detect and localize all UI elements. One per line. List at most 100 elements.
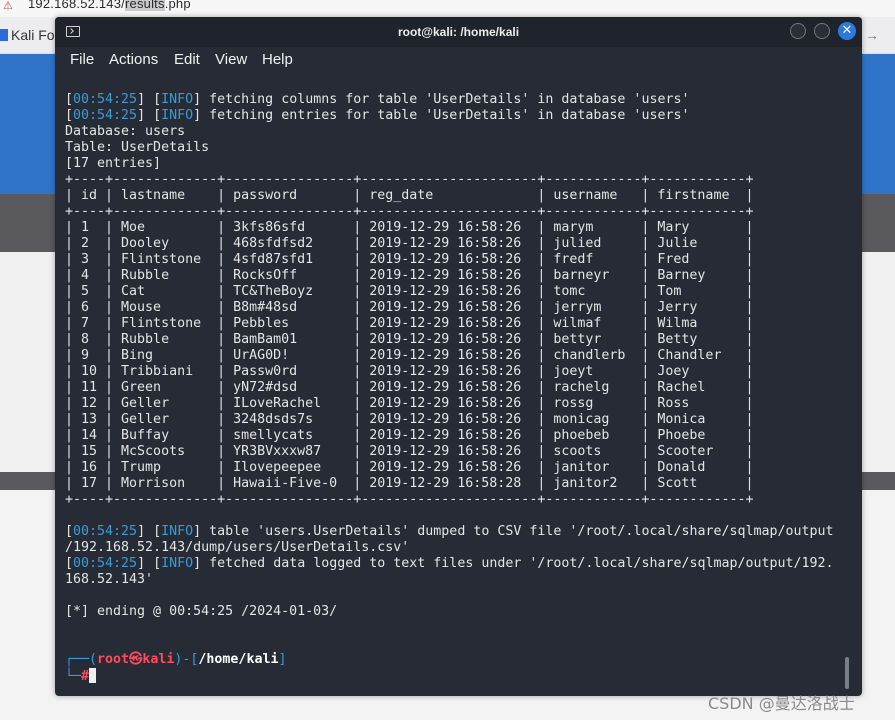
entries-line: [17 entries] xyxy=(65,156,161,172)
log-message: table 'users.UserDetails' dumped to CSV … xyxy=(201,524,834,539)
table-row: | 10 | Tribbiani | Passw0rd | 2019-12-29… xyxy=(65,364,753,380)
row-text: | 7 | Flintstone | Pebbles | 2019-12-29 … xyxy=(65,316,754,331)
database-line: Database: users xyxy=(65,124,185,140)
maximize-button[interactable] xyxy=(814,23,830,39)
row-text: | 15 | McScoots | YR3BVxxxw87 | 2019-12-… xyxy=(65,444,754,459)
row-text: | 13 | Geller | 3248dsds7s | 2019-12-29 … xyxy=(65,412,754,427)
bracket: ] xyxy=(193,524,202,539)
bracket: ] xyxy=(193,108,202,123)
row-text: | 6 | Mouse | B8m#48sd | 2019-12-29 16:5… xyxy=(65,300,754,315)
kali-icon xyxy=(0,29,8,41)
table-border: +----+-------------+----------------+---… xyxy=(65,492,753,508)
table-row: | 13 | Geller | 3248dsds7s | 2019-12-29 … xyxy=(65,412,753,428)
row-text: | 12 | Geller | ILoveRachel | 2019-12-29… xyxy=(65,396,754,411)
table-row: | 7 | Flintstone | Pebbles | 2019-12-29 … xyxy=(65,316,753,332)
table-row: | 12 | Geller | ILoveRachel | 2019-12-29… xyxy=(65,396,753,412)
log-line: [00:54:25] [INFO] fetched data logged to… xyxy=(65,556,834,572)
log-message: fetching entries for table 'UserDetails'… xyxy=(201,108,690,123)
log-time: 00:54:25 xyxy=(73,524,138,539)
bracket: [ xyxy=(65,524,74,539)
log-time: 00:54:25 xyxy=(73,108,138,123)
table-row: | 11 | Green | yN72#dsd | 2019-12-29 16:… xyxy=(65,380,753,396)
border-text: +----+-------------+----------------+---… xyxy=(65,172,754,187)
bracket: ] [ xyxy=(137,524,162,539)
table-row: | 9 | Bing | UrAG0D! | 2019-12-29 16:58:… xyxy=(65,348,753,364)
bracket: ] [ xyxy=(137,108,162,123)
prompt-line-1: ┌──(root㉿kali)-[/home/kali] xyxy=(65,652,286,668)
menu-help[interactable]: Help xyxy=(262,51,293,68)
table-line: Table: UserDetails xyxy=(65,140,209,156)
csdn-watermark: CSDN @曼达洛战士 xyxy=(708,694,855,713)
url-text: 192.168.52.143/results.php xyxy=(28,0,191,11)
row-text: | 1 | Moe | 3kfs86sfd | 2019-12-29 16:58… xyxy=(65,220,754,235)
log-level: INFO xyxy=(161,556,194,571)
table-row: | 15 | McScoots | YR3BVxxxw87 | 2019-12-… xyxy=(65,444,753,460)
border-text: +----+-------------+----------------+---… xyxy=(65,204,754,219)
prompt-path: /home/kali xyxy=(198,652,279,667)
log-message: fetched data logged to text files under … xyxy=(201,556,834,571)
terminal-window[interactable]: root@kali: /home/kali ✕ File Actions Edi… xyxy=(55,17,862,696)
row-text: | 9 | Bing | UrAG0D! | 2019-12-29 16:58:… xyxy=(65,348,754,363)
bracket: ] xyxy=(193,556,202,571)
bracket: ] xyxy=(193,92,202,107)
bookmark-kali[interactable]: Kali Fo xyxy=(0,27,55,43)
prompt-user: root㉿kali xyxy=(97,652,175,667)
log-level: INFO xyxy=(161,108,194,123)
row-text: | 16 | Trump | Ilovepeepee | 2019-12-29 … xyxy=(65,460,754,475)
log-line: [00:54:25] [INFO] fetching columns for t… xyxy=(65,92,689,108)
table-border: +----+-------------+----------------+---… xyxy=(65,172,753,188)
bookmarks-overflow-icon[interactable]: → xyxy=(865,27,879,43)
table-row: | 8 | Rubble | BamBam01 | 2019-12-29 16:… xyxy=(65,332,753,348)
log-line: [00:54:25] [INFO] fetching entries for t… xyxy=(65,108,689,124)
prompt-frame: )-[ xyxy=(174,652,199,667)
menu-edit[interactable]: Edit xyxy=(174,51,200,68)
table-row: | 1 | Moe | 3kfs86sfd | 2019-12-29 16:58… xyxy=(65,220,753,236)
log-message: /192.168.52.143/dump/users/UserDetails.c… xyxy=(65,540,410,555)
log-message: 168.52.143' xyxy=(65,572,154,587)
window-title: root@kali: /home/kali xyxy=(397,25,520,39)
menu-actions[interactable]: Actions xyxy=(109,51,158,68)
table-text: Table: UserDetails xyxy=(65,140,210,155)
log-line: [00:54:25] [INFO] table 'users.UserDetai… xyxy=(65,524,834,540)
log-level: INFO xyxy=(161,92,194,107)
log-line-continuation: /192.168.52.143/dump/users/UserDetails.c… xyxy=(65,540,409,556)
entries-text: [17 entries] xyxy=(65,156,162,171)
ending-text: [*] ending @ 00:54:25 /2024-01-03/ xyxy=(65,604,338,619)
row-text: | 8 | Rubble | BamBam01 | 2019-12-29 16:… xyxy=(65,332,754,347)
prompt-line-2: └─# xyxy=(65,668,97,684)
bracket: [ xyxy=(65,92,74,107)
row-text: | 17 | Morrison | Hawaii-Five-0 | 2019-1… xyxy=(65,476,754,491)
border-text: +----+-------------+----------------+---… xyxy=(65,492,754,507)
table-row: | 3 | Flintstone | 4sfd87sfd1 | 2019-12-… xyxy=(65,252,753,268)
prompt-frame: ┌──( xyxy=(65,652,98,667)
log-line-continuation: 168.52.143' xyxy=(65,572,153,588)
close-button[interactable]: ✕ xyxy=(838,22,856,40)
menu-view[interactable]: View xyxy=(215,51,247,68)
database-text: Database: users xyxy=(65,124,186,139)
table-row: | 16 | Trump | Ilovepeepee | 2019-12-29 … xyxy=(65,460,753,476)
ending-line: [*] ending @ 00:54:25 /2024-01-03/ xyxy=(65,604,337,620)
prompt-symbol: # xyxy=(81,669,90,684)
log-message: fetching columns for table 'UserDetails'… xyxy=(201,92,690,107)
row-text: | 5 | Cat | TC&TheBoyz | 2019-12-29 16:5… xyxy=(65,284,754,299)
close-icon: ✕ xyxy=(841,23,853,38)
header-text: | id | lastname | password | reg_date | … xyxy=(65,188,754,203)
bracket: ] [ xyxy=(137,556,162,571)
table-row: | 14 | Buffay | smellycats | 2019-12-29 … xyxy=(65,428,753,444)
row-text: | 10 | Tribbiani | Passw0rd | 2019-12-29… xyxy=(65,364,754,379)
bracket: [ xyxy=(65,556,74,571)
text-cursor xyxy=(89,668,97,683)
log-time: 00:54:25 xyxy=(73,556,138,571)
menu-file[interactable]: File xyxy=(70,51,94,68)
browser-url-bar[interactable]: ⚠ 192.168.52.143/results.php xyxy=(0,0,895,17)
minimize-button[interactable] xyxy=(790,23,806,39)
row-text: | 3 | Flintstone | 4sfd87sfd1 | 2019-12-… xyxy=(65,252,754,267)
row-text: | 14 | Buffay | smellycats | 2019-12-29 … xyxy=(65,428,754,443)
terminal-scrollbar[interactable] xyxy=(845,657,849,689)
row-text: | 2 | Dooley | 468sfdfsd2 | 2019-12-29 1… xyxy=(65,236,754,251)
row-text: | 4 | Rubble | RocksOff | 2019-12-29 16:… xyxy=(65,268,754,283)
bracket: ] [ xyxy=(137,92,162,107)
bracket: [ xyxy=(65,108,74,123)
menu-bar: File Actions Edit View Help xyxy=(55,47,862,73)
terminal-titlebar[interactable]: root@kali: /home/kali ✕ xyxy=(55,17,862,47)
